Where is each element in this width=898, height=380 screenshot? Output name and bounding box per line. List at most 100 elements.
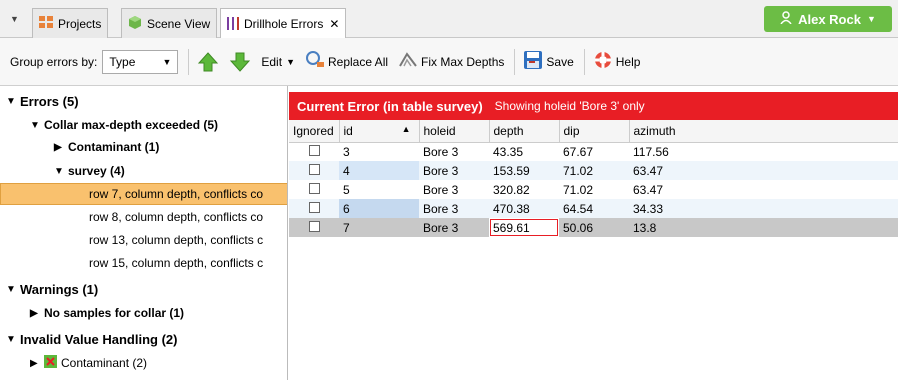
group-errors: Group errors by: Type ▼ [10,49,179,74]
group-errors-select[interactable]: Type ▼ [102,49,179,74]
azimuth-cell[interactable]: 13.8 [629,218,898,237]
ignored-checkbox[interactable] [309,220,320,232]
tab-bar: ▼ Projects Scene View Drillhole Errors ✕… [0,0,898,39]
group-errors-value: Type [109,54,136,69]
tree-node-contaminant[interactable]: ▶ Contaminant (1) [54,136,159,158]
table-row-current[interactable]: 7 Bore 3 569.61 50.06 13.8 [289,218,898,237]
collapsed-triangle-icon[interactable]: ▶ [30,358,44,369]
table-row[interactable]: 4 Bore 3 153.59 71.02 63.47 [289,161,898,180]
expanded-triangle-icon[interactable]: ▼ [6,284,20,295]
expanded-triangle-icon[interactable]: ▼ [30,120,44,131]
tree-node-warnings[interactable]: ▼ Warnings (1) [6,278,98,300]
tree-error-row[interactable]: row 7, column depth, conflicts co [0,183,287,205]
table-row[interactable]: 6 Bore 3 470.38 64.54 34.33 [289,199,898,218]
azimuth-cell[interactable]: 117.56 [629,142,898,161]
dip-cell[interactable]: 50.06 [559,218,629,237]
table-row[interactable]: 5 Bore 3 320.82 71.02 63.47 [289,180,898,199]
holeid-cell[interactable]: Bore 3 [419,199,489,218]
tree-node-errors[interactable]: ▼ Errors (5) [6,90,79,112]
tree-error-row[interactable]: row 13, column depth, conflicts c [89,229,263,251]
sort-ascending-icon: ▲ [401,123,411,134]
tree-node-label: row 13, column depth, conflicts c [89,233,264,247]
dip-cell[interactable]: 64.54 [559,199,629,218]
dip-cell[interactable]: 67.67 [559,142,629,161]
ignored-cell[interactable] [289,218,339,237]
expanded-triangle-icon[interactable]: ▼ [6,334,20,345]
depth-cell[interactable]: 320.82 [489,180,559,199]
column-header-dip[interactable]: dip [559,120,630,143]
id-cell[interactable]: 3 [339,142,419,161]
tree-node-label: row 7, column depth, conflicts co [89,187,264,201]
close-icon[interactable]: ✕ [329,17,339,31]
depth-error-cell[interactable]: 569.61 [489,218,559,237]
survey-table: Ignored id ▲ holeid depth dip azimuth 3 … [289,120,898,237]
save-button[interactable]: Save [523,50,574,73]
cube-icon [128,15,142,32]
holeid-cell[interactable]: Bore 3 [419,180,489,199]
help-label: Help [615,54,641,69]
column-header-id[interactable]: id ▲ [339,120,420,143]
previous-error-button[interactable] [197,51,219,73]
table-row[interactable]: 3 Bore 3 43.35 67.67 117.56 [289,142,898,161]
column-header-depth[interactable]: depth [489,120,560,143]
ignored-cell[interactable] [289,180,339,199]
column-header-ignored[interactable]: Ignored [289,120,340,143]
dip-cell[interactable]: 71.02 [559,161,629,180]
tab-scene-view[interactable]: Scene View [121,8,218,38]
tree-error-row[interactable]: row 15, column depth, conflicts c [89,252,263,274]
holeid-cell[interactable]: Bore 3 [419,142,489,161]
id-cell[interactable]: 5 [339,180,419,199]
help-button[interactable]: Help [593,50,641,73]
holeid-cell[interactable]: Bore 3 [419,161,489,180]
tree-node-label: Collar max-depth exceeded (5) [44,118,219,132]
depth-cell[interactable]: 43.35 [489,142,559,161]
next-error-button[interactable] [229,51,251,73]
tree-node-invalid[interactable]: ▼ Invalid Value Handling (2) [6,328,177,350]
depth-cell[interactable]: 470.38 [489,199,559,218]
depth-cell[interactable]: 153.59 [489,161,559,180]
arrow-up-icon [198,51,219,71]
id-cell[interactable]: 6 [339,199,419,218]
collapsed-triangle-icon[interactable]: ▶ [30,308,44,319]
lifebuoy-icon [593,50,613,73]
id-cell[interactable]: 7 [339,218,419,237]
column-header-azimuth[interactable]: azimuth [629,120,898,143]
ignored-cell[interactable] [289,161,339,180]
column-header-holeid[interactable]: holeid [419,120,490,143]
tree-node-survey[interactable]: ▼ survey (4) [54,160,125,182]
azimuth-cell[interactable]: 34.33 [629,199,898,218]
dip-cell[interactable]: 71.02 [559,180,629,199]
ignored-cell[interactable] [289,142,339,161]
tree-node-contaminant-2[interactable]: ▶ Contaminant (2) [30,352,147,374]
current-error-subtitle: Showing holeid 'Bore 3' only [494,99,645,113]
tab-drillhole-errors[interactable]: Drillhole Errors ✕ [220,8,347,39]
edit-menu-button[interactable]: Edit ▼ [261,55,295,69]
user-menu-button[interactable]: Alex Rock ▼ [764,6,892,32]
replace-all-button[interactable]: Replace All [305,50,388,73]
collapsed-triangle-icon[interactable]: ▶ [54,142,68,153]
tab-projects[interactable]: Projects [32,8,109,38]
toolbar-separator [188,48,190,75]
id-cell[interactable]: 4 [339,161,419,180]
holeid-cell[interactable]: Bore 3 [419,218,489,237]
azimuth-cell[interactable]: 63.47 [629,161,898,180]
fix-max-depths-button[interactable]: Fix Max Depths [398,50,504,73]
ignored-checkbox[interactable] [309,182,320,194]
fix-max-depths-label: Fix Max Depths [421,54,505,69]
expanded-triangle-icon[interactable]: ▼ [54,166,68,177]
tree-node-collar[interactable]: ▼ Collar max-depth exceeded (5) [30,114,218,136]
tree-error-row[interactable]: row 8, column depth, conflicts co [89,206,263,228]
tab-menu-icon[interactable]: ▼ [10,14,19,24]
chevron-down-icon: ▼ [286,56,295,67]
ignored-checkbox[interactable] [309,201,320,213]
ignored-checkbox[interactable] [309,163,320,175]
ignored-checkbox[interactable] [309,144,320,156]
expanded-triangle-icon[interactable]: ▼ [6,96,20,107]
tree-node-no-samples[interactable]: ▶ No samples for collar (1) [30,302,184,324]
tree-node-label: Errors (5) [20,93,79,109]
tree-node-label: Warnings (1) [20,281,99,297]
tree-node-label: row 15, column depth, conflicts c [89,256,264,270]
fix-depths-icon [398,50,418,73]
azimuth-cell[interactable]: 63.47 [629,180,898,199]
ignored-cell[interactable] [289,199,339,218]
